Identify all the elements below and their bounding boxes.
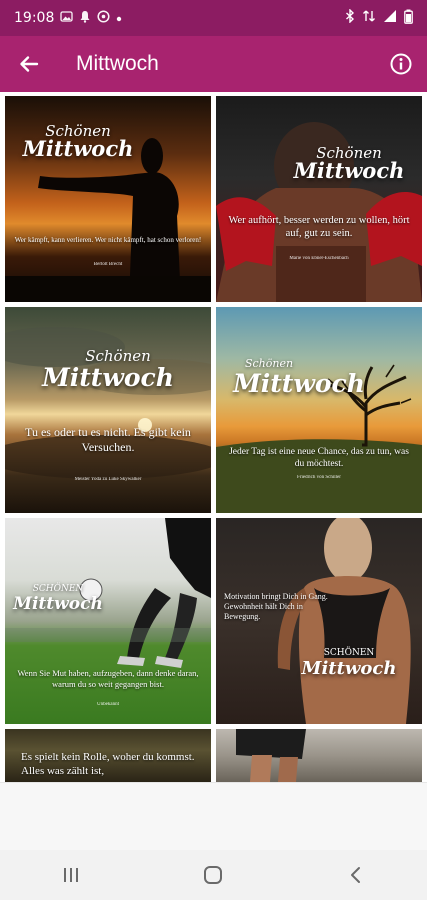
tile-author: Friedrich von Schiller (297, 475, 341, 480)
athlete-figure (216, 122, 422, 302)
image-tile[interactable]: Schönen Mittwoch Wer kämpft, kann verlie… (5, 96, 211, 302)
recents-button[interactable] (41, 850, 101, 900)
tile-author: Marie von Ebner-Eschenbach (289, 256, 349, 261)
tile-author: Meister Yoda zu Luke Skywalker (74, 477, 142, 482)
nav-back-icon (350, 867, 360, 883)
more-notifications-dot-icon (116, 10, 122, 26)
tile-author: Bertolt Brecht (93, 262, 123, 267)
tree-silhouette (216, 364, 422, 513)
data-sync-icon (362, 9, 376, 27)
bluetooth-icon (345, 8, 355, 27)
bottom-banner-area (0, 782, 427, 851)
image-grid: Schönen Mittwoch Wer kämpft, kann verlie… (0, 92, 427, 782)
nav-back-button[interactable] (326, 850, 386, 900)
signal-icon (383, 9, 397, 27)
tile-caption-small: SCHÖNEN (323, 648, 375, 658)
football-player-legs (5, 518, 211, 668)
notification-icon (79, 10, 91, 26)
tile-caption-large: Mittwoch (301, 658, 397, 679)
app-bar: Mittwoch (0, 36, 427, 92)
image-tile[interactable] (216, 729, 422, 782)
tile-quote: Tu es oder tu es nicht. Es gibt kein Ver… (25, 425, 191, 454)
tile-author: Unbekannt (97, 702, 119, 707)
battery-icon (404, 9, 413, 28)
recents-icon (64, 868, 79, 882)
tile-caption-large: Mittwoch (13, 594, 103, 614)
home-icon (204, 866, 223, 884)
tile-caption-small: SCHÖNEN (32, 584, 84, 594)
info-circle-icon (390, 53, 412, 75)
athlete-legs (236, 729, 306, 782)
image-tile[interactable]: SCHÖNEN Mittwoch Wenn Sie Mut haben, auf… (5, 518, 211, 724)
cloud-layer (5, 327, 211, 479)
tile-quote: Es spielt kein Rolle, woher du kommst. A… (21, 751, 195, 777)
page-title: Mittwoch (76, 52, 159, 75)
status-time: 19:08 (14, 10, 55, 26)
arrow-left-icon (20, 56, 39, 72)
image-tile[interactable]: Schönen Mittwoch Wer aufhört, besser wer… (216, 96, 422, 302)
tile-quote: Wer aufhört, besser werden zu wollen, hö… (228, 215, 410, 240)
tile-caption-large: Mittwoch (233, 369, 365, 398)
home-button[interactable] (183, 850, 243, 900)
tile-caption-large: Mittwoch (22, 136, 134, 161)
image-tile[interactable]: Schönen Mittwoch Jeder Tag ist eine neue… (216, 307, 422, 513)
image-tile[interactable]: Motivation bringt Dich in Gang. Gewohnhe… (216, 518, 422, 724)
back-button[interactable] (0, 36, 58, 92)
image-tile[interactable]: Schönen Mittwoch Tu es oder tu es nicht.… (5, 307, 211, 513)
tile-quote: Wenn Sie Mut haben, aufzugeben, dann den… (17, 668, 199, 689)
tile-quote: Wer kämpft, kann verlieren. Wer nicht kä… (14, 236, 202, 244)
system-nav-bar (0, 850, 427, 900)
tile-caption-large: Mittwoch (42, 363, 174, 392)
info-button[interactable] (375, 36, 427, 92)
tile-quote: Motivation bringt Dich in Gang. Gewohnhe… (224, 592, 328, 621)
image-tile[interactable]: Es spielt kein Rolle, woher du kommst. A… (5, 729, 211, 782)
tile-caption-large: Mittwoch (293, 158, 405, 183)
chat-notification-icon (97, 10, 110, 26)
gallery-notification-icon (60, 10, 74, 26)
tile-quote: Jeder Tag ist eine neue Chance, das zu t… (229, 447, 409, 469)
status-bar: 19:08 (0, 0, 427, 36)
